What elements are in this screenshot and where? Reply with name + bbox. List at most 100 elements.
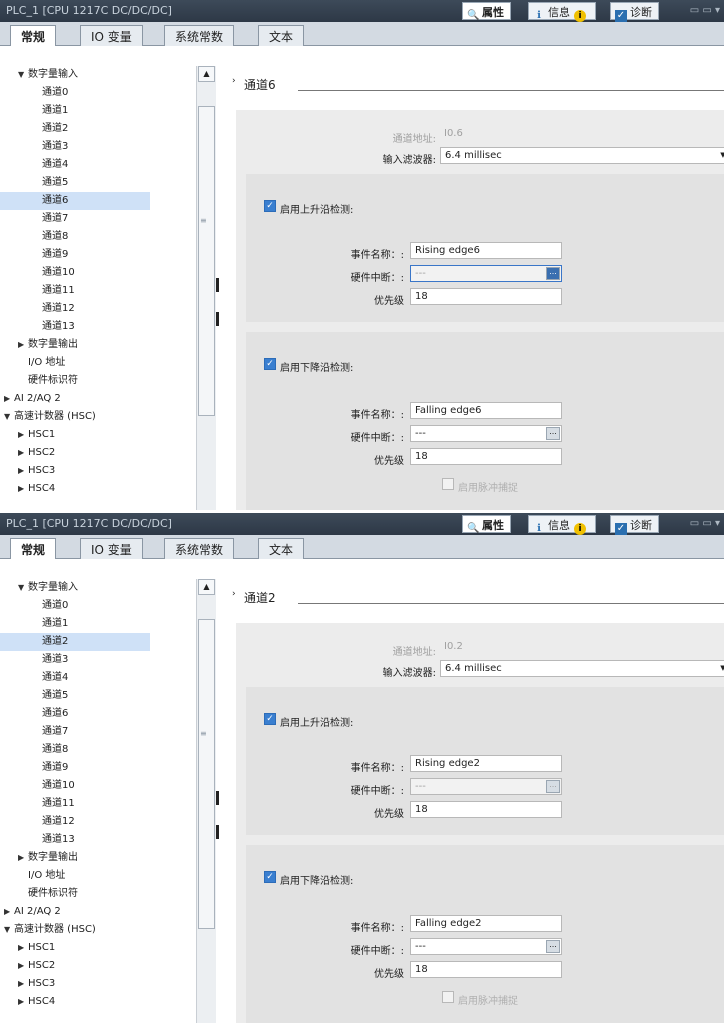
tab-general[interactable]: 常规	[10, 538, 57, 560]
tree-item[interactable]: ▶ 数字量输出	[0, 849, 190, 867]
tree-item[interactable]: 通道12	[0, 300, 190, 318]
tab-texts[interactable]: 文本	[258, 25, 305, 46]
scroll-thumb[interactable]	[198, 619, 215, 929]
tree-item[interactable]: ▶ HSC4	[0, 993, 190, 1011]
tab-io-tags[interactable]: IO 变量	[80, 25, 143, 46]
tree-item[interactable]: ▶ HSC4	[0, 480, 190, 498]
tree-item[interactable]: ▶ HSC3	[0, 975, 190, 993]
tab-system-constants[interactable]: 系统常数	[164, 25, 235, 46]
tree-item[interactable]: 通道8	[0, 741, 190, 759]
tree-item[interactable]: 通道8	[0, 228, 190, 246]
tree-item[interactable]: I/O 地址	[0, 354, 190, 372]
event-name-field[interactable]: Rising edge6	[410, 242, 562, 259]
section-collapse-icon[interactable]: ›	[232, 76, 236, 86]
tree-item[interactable]: I/O 地址	[0, 867, 190, 885]
browse-icon[interactable]: ...	[546, 267, 560, 280]
expand-arrow-icon[interactable]: ▼	[4, 408, 14, 426]
tree-item[interactable]: ▶ HSC2	[0, 444, 190, 462]
collapse-arrow-icon[interactable]: ▶	[4, 903, 14, 921]
window-controls-icon[interactable]: ▭ ▭ ▾	[690, 518, 720, 529]
pane-splitter[interactable]	[216, 46, 219, 510]
input-filter-select[interactable]: 6.4 millisec ▼	[440, 660, 724, 677]
browse-icon[interactable]: ...	[546, 940, 560, 953]
tree-item[interactable]: ▶ HSC3	[0, 462, 190, 480]
tab-system-constants[interactable]: 系统常数	[164, 538, 235, 559]
pulse-catch-checkbox[interactable]	[442, 991, 454, 1003]
tree-item[interactable]: ▼ 高速计数器 (HSC)	[0, 921, 190, 939]
collapse-arrow-icon[interactable]: ▶	[18, 849, 28, 867]
collapse-arrow-icon[interactable]: ▶	[18, 957, 28, 975]
tree-item[interactable]: ▶ HSC1	[0, 426, 190, 444]
rising-edge-checkbox[interactable]: ✓	[264, 200, 276, 212]
priority-field[interactable]: 18	[410, 961, 562, 978]
collapse-arrow-icon[interactable]: ▶	[18, 480, 28, 498]
chevron-down-icon[interactable]: ▼	[717, 661, 724, 676]
tree-item[interactable]: 通道4	[0, 156, 190, 174]
tree-item[interactable]: 通道13	[0, 831, 190, 849]
info-tab-button[interactable]: ℹ 信息 i	[528, 2, 596, 22]
tree-item[interactable]: ▼ 高速计数器 (HSC)	[0, 408, 190, 426]
collapse-arrow-icon[interactable]: ▶	[18, 939, 28, 957]
tree-item[interactable]: ▶ AI 2/AQ 2	[0, 390, 190, 408]
hardware-interrupt-field[interactable]: --- ...	[410, 425, 562, 442]
priority-field[interactable]: 18	[410, 288, 562, 305]
collapse-arrow-icon[interactable]: ▶	[18, 993, 28, 1011]
tree-item[interactable]: 通道10	[0, 264, 190, 282]
tree-item[interactable]: 通道5	[0, 687, 190, 705]
section-collapse-icon[interactable]: ›	[232, 589, 236, 599]
tree-item[interactable]: 通道6	[0, 705, 190, 723]
properties-tab-button[interactable]: 🔍 属性	[462, 2, 511, 21]
tree-item[interactable]: 硬件标识符	[0, 372, 190, 390]
tree-item[interactable]: 通道2	[0, 633, 150, 651]
collapse-arrow-icon[interactable]: ▶	[4, 390, 14, 408]
info-tab-button[interactable]: ℹ 信息 i	[528, 515, 596, 535]
properties-tab-button[interactable]: 🔍 属性	[462, 515, 511, 534]
tree-item[interactable]: 通道0	[0, 597, 190, 615]
collapse-arrow-icon[interactable]: ▶	[18, 336, 28, 354]
tree-item[interactable]: 通道2	[0, 120, 190, 138]
scroll-thumb[interactable]	[198, 106, 215, 416]
collapse-arrow-icon[interactable]: ▶	[18, 426, 28, 444]
expand-arrow-icon[interactable]: ▼	[4, 921, 14, 939]
event-name-field[interactable]: Falling edge2	[410, 915, 562, 932]
tree-item[interactable]: 通道4	[0, 669, 190, 687]
window-controls-icon[interactable]: ▭ ▭ ▾	[690, 5, 720, 16]
rising-edge-checkbox[interactable]: ✓	[264, 713, 276, 725]
falling-edge-checkbox[interactable]: ✓	[264, 358, 276, 370]
tree-item[interactable]: 通道9	[0, 759, 190, 777]
tree-item[interactable]: ▶ HSC2	[0, 957, 190, 975]
pulse-catch-checkbox[interactable]	[442, 478, 454, 490]
priority-field[interactable]: 18	[410, 448, 562, 465]
tree-scrollbar[interactable]: ▲ ≡	[196, 66, 216, 510]
tree-item[interactable]: 通道1	[0, 102, 190, 120]
diagnostics-tab-button[interactable]: ✓ 诊断	[610, 2, 659, 22]
hardware-interrupt-field[interactable]: --- ...	[410, 265, 562, 282]
expand-arrow-icon[interactable]: ▼	[18, 579, 28, 597]
tab-io-tags[interactable]: IO 变量	[80, 538, 143, 559]
tree-scrollbar[interactable]: ▲ ≡	[196, 579, 216, 1023]
tree-item[interactable]: ▼ 数字量输入	[0, 66, 190, 84]
pane-splitter[interactable]	[216, 559, 219, 1023]
hardware-interrupt-field[interactable]: --- ...	[410, 778, 562, 795]
collapse-arrow-icon[interactable]: ▶	[18, 462, 28, 480]
diagnostics-tab-button[interactable]: ✓ 诊断	[610, 515, 659, 535]
input-filter-select[interactable]: 6.4 millisec ▼	[440, 147, 724, 164]
tree-item[interactable]: 通道13	[0, 318, 190, 336]
tree-item[interactable]: 通道1	[0, 615, 190, 633]
priority-field[interactable]: 18	[410, 801, 562, 818]
scroll-up-icon[interactable]: ▲	[198, 579, 215, 595]
collapse-arrow-icon[interactable]: ▶	[18, 444, 28, 462]
event-name-field[interactable]: Falling edge6	[410, 402, 562, 419]
tree-item[interactable]: 通道12	[0, 813, 190, 831]
tree-item[interactable]: 通道0	[0, 84, 190, 102]
falling-edge-checkbox[interactable]: ✓	[264, 871, 276, 883]
tree-item[interactable]: 通道7	[0, 210, 190, 228]
tab-general[interactable]: 常规	[10, 25, 57, 47]
tree-item[interactable]: ▶ AI 2/AQ 2	[0, 903, 190, 921]
tree-item[interactable]: 通道3	[0, 138, 190, 156]
browse-icon[interactable]: ...	[546, 780, 560, 793]
tree-item[interactable]: 通道11	[0, 282, 190, 300]
event-name-field[interactable]: Rising edge2	[410, 755, 562, 772]
tree-item[interactable]: 通道9	[0, 246, 190, 264]
hardware-interrupt-field[interactable]: --- ...	[410, 938, 562, 955]
